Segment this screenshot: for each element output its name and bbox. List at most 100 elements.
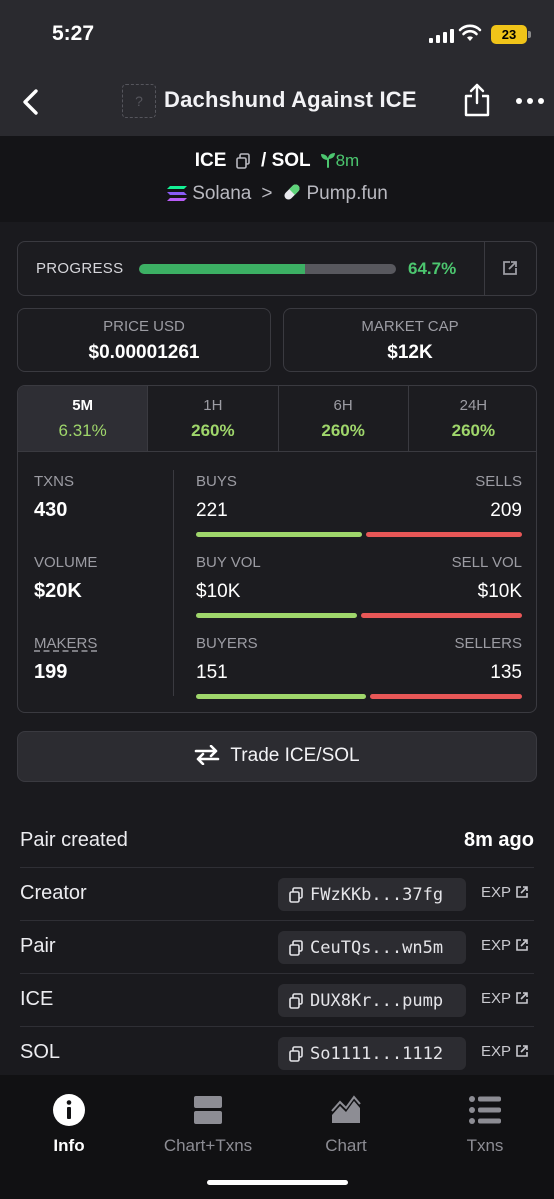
address-text: So1111...1112 [310,1044,444,1064]
chain-breadcrumb: Solana > Pump.fun [0,182,554,205]
pair-row: Pair CeuTQs...wn5m EXP [20,921,534,974]
timeframe-tabs: 5M 6.31% 1H 260% 6H 260% 24H 260% [18,386,536,452]
makers-label[interactable]: MAKERS [34,635,97,652]
copy-icon[interactable] [235,153,250,169]
market-cap-value: $12K [387,342,433,363]
info-row-label: ICE [20,988,54,1010]
explorer-link[interactable]: EXP [481,884,529,901]
trade-button[interactable]: Trade ICE/SOL [17,731,537,782]
info-row-label: Creator [20,882,87,904]
buyers-sellers-bar [196,694,522,699]
pair-slash: / [261,150,267,171]
explorer-link[interactable]: EXP [481,937,529,954]
txns-value: 430 [34,499,68,521]
metrics-divider [173,470,174,696]
chain-name[interactable]: Solana [192,183,251,204]
buys-sells-bar [196,532,522,537]
swap-arrows-icon [195,744,220,766]
external-link-icon [516,886,528,898]
buyers-bar [196,694,367,699]
copy-address-button[interactable]: FWzKKb...37fg [278,878,466,911]
base-token-row: ICE DUX8Kr...pump EXP [20,974,534,1027]
progress-external-link[interactable] [484,242,537,295]
explorer-label: EXP [481,937,512,954]
tab-info-label: Info [53,1136,85,1155]
tab-label: 24H [459,397,488,414]
buy-vol-label: BUY VOL [196,554,261,571]
info-row-label: SOL [20,1041,61,1063]
tab-1h[interactable]: 1H 260% [148,386,279,451]
more-options-icon[interactable] [516,98,544,104]
copy-icon [289,1046,303,1062]
makers-metric: MAKERS 199 [34,635,97,684]
pair-created-value: 8m ago [463,829,534,851]
pair-header: ICE / SOL 8m Solana > Pump.fun [0,136,554,222]
tab-change: 260% [191,421,235,440]
buys-sells-split: BUYS SELLS 221 209 [196,473,522,537]
address-text: CeuTQs...wn5m [310,938,444,958]
sell-vol-value: $10K [477,581,522,602]
external-link-icon [503,261,517,275]
sells-label: SELLS [475,473,522,490]
price-usd-card: PRICE USD $0.00001261 [17,308,271,372]
progress-bar [139,264,396,274]
tab-txns-label: Txns [466,1136,504,1155]
sellers-bar [370,694,522,699]
tab-chart-txns-label: Chart+Txns [163,1136,253,1155]
buyers-label: BUYERS [196,635,258,652]
trade-button-label: Trade ICE/SOL [230,745,360,766]
copy-icon [289,993,303,1009]
home-indicator [207,1180,348,1185]
sprout-icon [320,153,335,168]
buys-value: 221 [196,500,228,521]
copy-address-button[interactable]: So1111...1112 [278,1037,466,1070]
buyers-value: 151 [196,662,228,683]
copy-address-button[interactable]: CeuTQs...wn5m [278,931,466,964]
tab-label: 5M [72,397,94,414]
buyers-sellers-split: BUYERS SELLERS 151 135 [196,635,522,699]
tab-24h[interactable]: 24H 260% [409,386,536,451]
pair-created-row: Pair created 8m ago [20,815,534,868]
tab-chart[interactable]: Chart [286,1093,406,1156]
sellers-label: SELLERS [454,635,522,652]
buys-label: BUYS [196,473,237,490]
tab-label: 6H [333,397,353,414]
tab-chart-txns[interactable]: Chart+Txns [148,1093,268,1156]
breadcrumb-chevron: > [261,183,273,204]
tab-txns[interactable]: Txns [425,1093,545,1156]
sells-bar [365,532,522,537]
tab-change: 260% [451,421,496,440]
cellular-signal-icon [429,27,454,43]
tab-5m[interactable]: 5M 6.31% [18,386,149,451]
volume-value: $20K [34,580,82,602]
explorer-link[interactable]: EXP [481,990,529,1007]
chart-txns-icon [194,1096,222,1124]
copy-address-button[interactable]: DUX8Kr...pump [278,984,466,1017]
buy-vol-value: $10K [196,581,241,602]
tab-change: 6.31% [58,421,107,440]
share-icon[interactable] [462,82,492,118]
transactions-card: 5M 6.31% 1H 260% 6H 260% 24H 260% TXNS 4… [17,385,537,713]
tab-label: 1H [203,397,223,414]
copy-icon [289,887,303,903]
volume-bar [196,613,522,618]
copy-icon [289,940,303,956]
dex-name[interactable]: Pump.fun [306,183,387,204]
pair-info-list: Pair created 8m ago Creator FWzKKb...37f… [20,815,534,1080]
wifi-icon [458,24,482,41]
info-icon [53,1094,85,1126]
tab-info[interactable]: Info [9,1093,129,1156]
pair-age-text: 8m [335,151,360,170]
token-image-placeholder: ? [122,84,156,118]
tab-6h[interactable]: 6H 260% [279,386,409,451]
volume-label: VOLUME [34,554,98,571]
volume-metric: VOLUME $20K [34,554,97,603]
explorer-link[interactable]: EXP [481,1043,529,1060]
pair-created-label: Pair created [20,829,128,851]
address-text: DUX8Kr...pump [310,991,444,1011]
creator-row: Creator FWzKKb...37fg EXP [20,868,534,921]
txns-metric: TXNS 430 [34,473,74,522]
back-arrow-icon[interactable] [16,84,46,120]
pair-age: 8m [320,151,360,170]
volume-split: BUY VOL SELL VOL $10K $10K [196,554,522,618]
